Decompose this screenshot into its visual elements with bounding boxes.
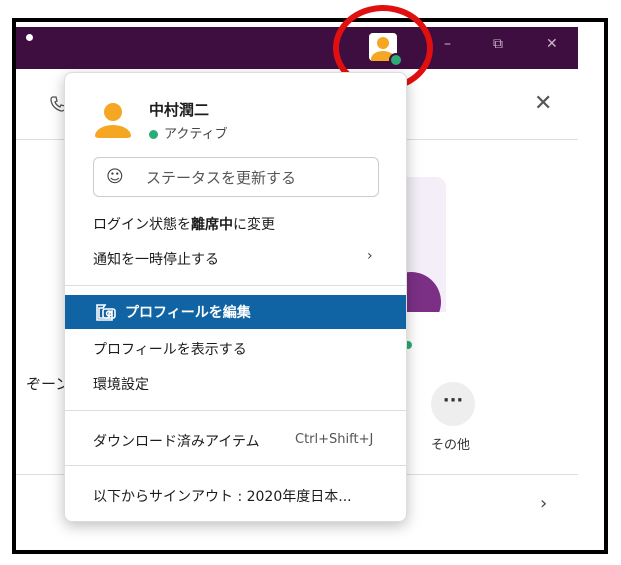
set-away-item[interactable]: ログイン状態を離席中に変更 — [93, 214, 275, 234]
view-profile-item[interactable]: プロフィールを表示する — [93, 339, 247, 359]
user-name: 中村潤二 — [149, 101, 210, 119]
downloads-shortcut: Ctrl+Shift+J — [295, 432, 374, 447]
status-update-input[interactable]: ☺ ステータスを更新する — [93, 157, 379, 197]
menu-divider — [65, 410, 406, 411]
chevron-right-icon[interactable]: › — [540, 493, 547, 514]
menu-avatar — [93, 98, 133, 138]
preferences-item[interactable]: 環境設定 — [93, 374, 149, 394]
status-label: アクティブ — [164, 127, 228, 142]
close-panel-button[interactable]: ✕ — [534, 91, 552, 116]
restore-button[interactable]: ⧉ — [493, 36, 503, 52]
pause-notifications-item[interactable]: 通知を一時停止する — [93, 249, 219, 269]
camera-edit-icon — [96, 304, 116, 321]
titlebar-dot — [26, 34, 33, 41]
more-button[interactable]: ··· — [431, 382, 475, 426]
status-active-icon — [149, 130, 158, 139]
user-avatar-icon — [93, 98, 133, 138]
edit-profile-label: プロフィールを編集 — [125, 305, 251, 321]
downloads-item[interactable]: ダウンロード済みアイテム — [93, 431, 260, 451]
status-placeholder: ステータスを更新する — [146, 169, 297, 187]
preview-avatar-shape — [401, 272, 441, 312]
menu-divider — [65, 285, 406, 286]
app-titlebar: – ⧉ ✕ — [16, 27, 578, 69]
set-away-bold: 離席中 — [191, 217, 233, 233]
chevron-right-icon: › — [367, 248, 373, 264]
set-away-suffix: に変更 — [233, 217, 275, 233]
more-caption: その他 — [431, 438, 471, 453]
minimize-button[interactable]: – — [444, 36, 451, 52]
user-dropdown-menu: 中村潤二 アクティブ ☺ ステータスを更新する ログイン状態を離席中に変更 通知… — [64, 72, 407, 522]
user-status: アクティブ — [149, 123, 228, 142]
smile-icon: ☺ — [106, 167, 124, 187]
edit-profile-item[interactable]: プロフィールを編集 — [65, 295, 406, 329]
menu-divider — [65, 465, 406, 466]
close-window-button[interactable]: ✕ — [546, 36, 558, 52]
profile-preview-card — [401, 177, 446, 312]
set-away-prefix: ログイン状態を — [93, 217, 191, 233]
sign-out-item[interactable]: 以下からサインアウト : 2020年度日本... — [93, 486, 352, 506]
